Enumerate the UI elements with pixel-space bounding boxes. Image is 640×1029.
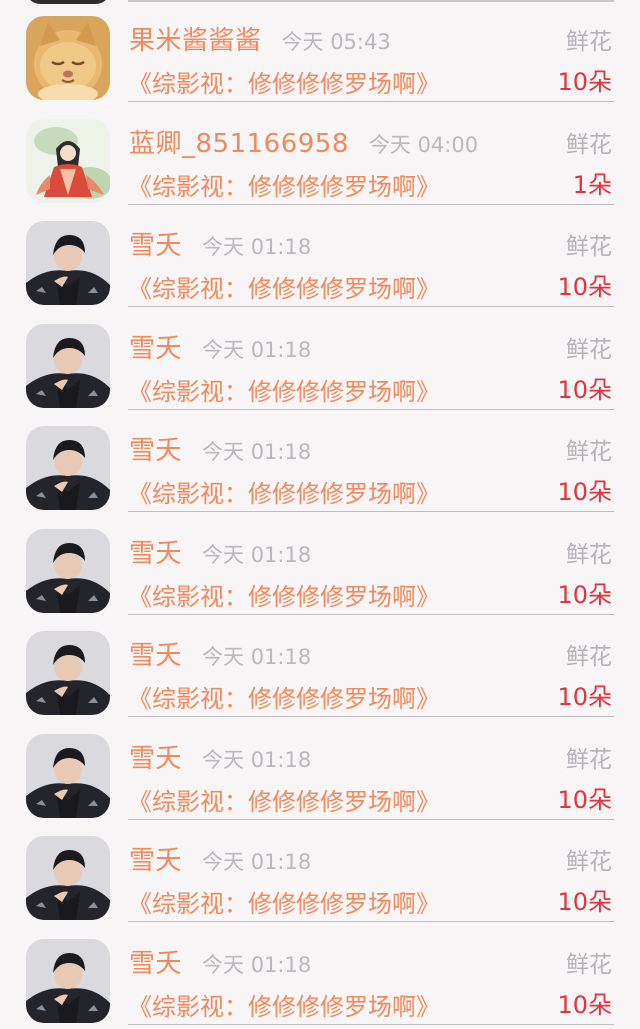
timestamp: 今天 01:18 <box>202 542 312 567</box>
work-title-link[interactable]: 《综影视：修修修修罗场啊》 <box>128 987 440 1022</box>
work-title-link[interactable]: 《综影视：修修修修罗场啊》 <box>128 167 440 202</box>
timestamp: 今天 04:00 <box>368 132 479 157</box>
man-portrait-avatar-icon[interactable] <box>26 323 110 408</box>
man-portrait-avatar-icon[interactable] <box>26 938 110 1023</box>
gift-count: 10朵 <box>557 888 612 916</box>
gift-count: 10朵 <box>557 580 612 609</box>
man-portrait-avatar-icon[interactable] <box>26 426 110 510</box>
timestamp: 今天 05:43 <box>281 30 391 54</box>
user-name[interactable]: 雪夭 <box>129 840 182 877</box>
man-portrait-avatar-icon[interactable] <box>26 221 110 305</box>
user-name[interactable]: 雪夭 <box>129 943 182 980</box>
user-name[interactable]: 雪夭 <box>129 635 182 672</box>
timestamp: 今天 01:18 <box>202 645 312 669</box>
name-time-line: 雪夭 今天 01:18 <box>129 430 311 466</box>
user-name[interactable]: 雪夭 <box>129 738 182 775</box>
list-item[interactable]: 雪夭 今天 01:18 鲜花 《综影视：修修修修罗场啊》 10朵 <box>0 820 640 923</box>
name-time-line: 雪夭 今天 01:18 <box>129 840 311 876</box>
list-item[interactable]: 雪夭 今天 01:18 鲜花 《综影视：修修修修罗场啊》 10朵 <box>0 513 640 616</box>
timestamp: 今天 01:18 <box>202 235 312 259</box>
list-item[interactable]: 雪夭 今天 01:18 鲜花 《综影视：修修修修罗场啊》 10朵 <box>0 615 640 718</box>
work-title-link[interactable]: 《综影视：修修修修罗场啊》 <box>128 64 440 99</box>
list-item[interactable]: 雪夭 今天 01:18 鲜花 《综影视：修修修修罗场啊》 10朵 <box>0 718 640 821</box>
gift-count: 10朵 <box>557 273 612 301</box>
work-title-link[interactable]: 《综影视：修修修修罗场啊》 <box>128 679 440 714</box>
gift-type-label: 鲜花 <box>566 746 612 773</box>
illustrated-lady-avatar-icon[interactable] <box>26 118 110 203</box>
gift-type-label: 鲜花 <box>566 541 612 568</box>
name-time-line: 雪夭 今天 01:18 <box>129 943 311 979</box>
user-name[interactable]: 果米酱酱酱 <box>129 20 262 57</box>
gift-count: 10朵 <box>557 990 612 1019</box>
user-name[interactable]: 雪夭 <box>129 225 182 262</box>
user-name[interactable]: 蓝卿_851166958 <box>129 123 349 160</box>
work-title-link[interactable]: 《综影视：修修修修罗场啊》 <box>128 474 440 509</box>
name-time-line: 雪夭 今天 01:18 <box>129 328 311 364</box>
man-portrait-avatar-icon[interactable] <box>26 528 110 613</box>
gift-type-label: 鲜花 <box>566 849 612 875</box>
kitten-avatar-icon[interactable] <box>26 16 110 100</box>
list-item[interactable]: 雪夭 今天 01:18 鲜花 《综影视：修修修修罗场啊》 10朵 <box>0 923 640 1026</box>
list-item[interactable]: 蓝卿_851166958 今天 04:00 鲜花 《综影视：修修修修罗场啊》 1… <box>0 103 640 206</box>
work-title-link[interactable]: 《综影视：修修修修罗场啊》 <box>128 577 440 612</box>
row-divider <box>128 1023 614 1025</box>
user-name[interactable]: 雪夭 <box>129 430 182 467</box>
man-portrait-avatar-icon[interactable] <box>26 836 110 920</box>
gift-type-label: 鲜花 <box>566 336 612 363</box>
list-item[interactable]: 雪夭 今天 01:18 鲜花 《综影视：修修修修罗场啊》 10朵 <box>0 205 640 308</box>
gift-count: 1朵 <box>572 170 612 199</box>
gift-type-label: 鲜花 <box>566 951 612 978</box>
gift-type-label: 鲜花 <box>566 131 612 158</box>
gift-count: 10朵 <box>557 68 612 96</box>
gift-count: 10朵 <box>557 683 612 711</box>
timestamp: 今天 01:18 <box>202 850 312 874</box>
man-portrait-avatar-icon[interactable] <box>26 733 110 818</box>
list-item[interactable]: 雪夭 今天 01:18 鲜花 《综影视：修修修修罗场啊》 10朵 <box>0 308 640 411</box>
timestamp: 今天 01:18 <box>202 952 312 977</box>
name-time-line: 果米酱酱酱 今天 05:43 <box>129 20 391 56</box>
list-item[interactable]: 果米酱酱酱 今天 05:43 鲜花 《综影视：修修修修罗场啊》 10朵 <box>0 0 640 103</box>
user-name[interactable]: 雪夭 <box>129 533 182 570</box>
work-title-link[interactable]: 《综影视：修修修修罗场啊》 <box>128 372 440 407</box>
timestamp: 今天 01:18 <box>202 337 312 362</box>
name-time-line: 雪夭 今天 01:18 <box>129 635 311 671</box>
name-time-line: 雪夭 今天 01:18 <box>129 225 311 261</box>
gift-count: 10朵 <box>557 478 612 506</box>
man-portrait-avatar-icon[interactable] <box>26 631 110 715</box>
name-time-line: 雪夭 今天 01:18 <box>129 533 311 569</box>
gift-type-label: 鲜花 <box>566 439 612 465</box>
gift-count: 10朵 <box>557 785 612 814</box>
gift-type-label: 鲜花 <box>566 644 612 670</box>
timestamp: 今天 01:18 <box>202 440 312 464</box>
work-title-link[interactable]: 《综影视：修修修修罗场啊》 <box>128 782 440 817</box>
gift-count: 10朵 <box>557 375 612 404</box>
work-title-link[interactable]: 《综影视：修修修修罗场啊》 <box>128 269 440 304</box>
work-title-link[interactable]: 《综影视：修修修修罗场啊》 <box>128 884 440 919</box>
name-time-line: 雪夭 今天 01:18 <box>129 738 311 774</box>
list-item[interactable]: 雪夭 今天 01:18 鲜花 《综影视：修修修修罗场啊》 10朵 <box>0 410 640 513</box>
user-name[interactable]: 雪夭 <box>129 328 182 365</box>
gift-type-label: 鲜花 <box>566 234 612 260</box>
timestamp: 今天 01:18 <box>202 747 312 772</box>
name-time-line: 蓝卿_851166958 今天 04:00 <box>129 123 478 159</box>
gift-type-label: 鲜花 <box>566 29 612 55</box>
